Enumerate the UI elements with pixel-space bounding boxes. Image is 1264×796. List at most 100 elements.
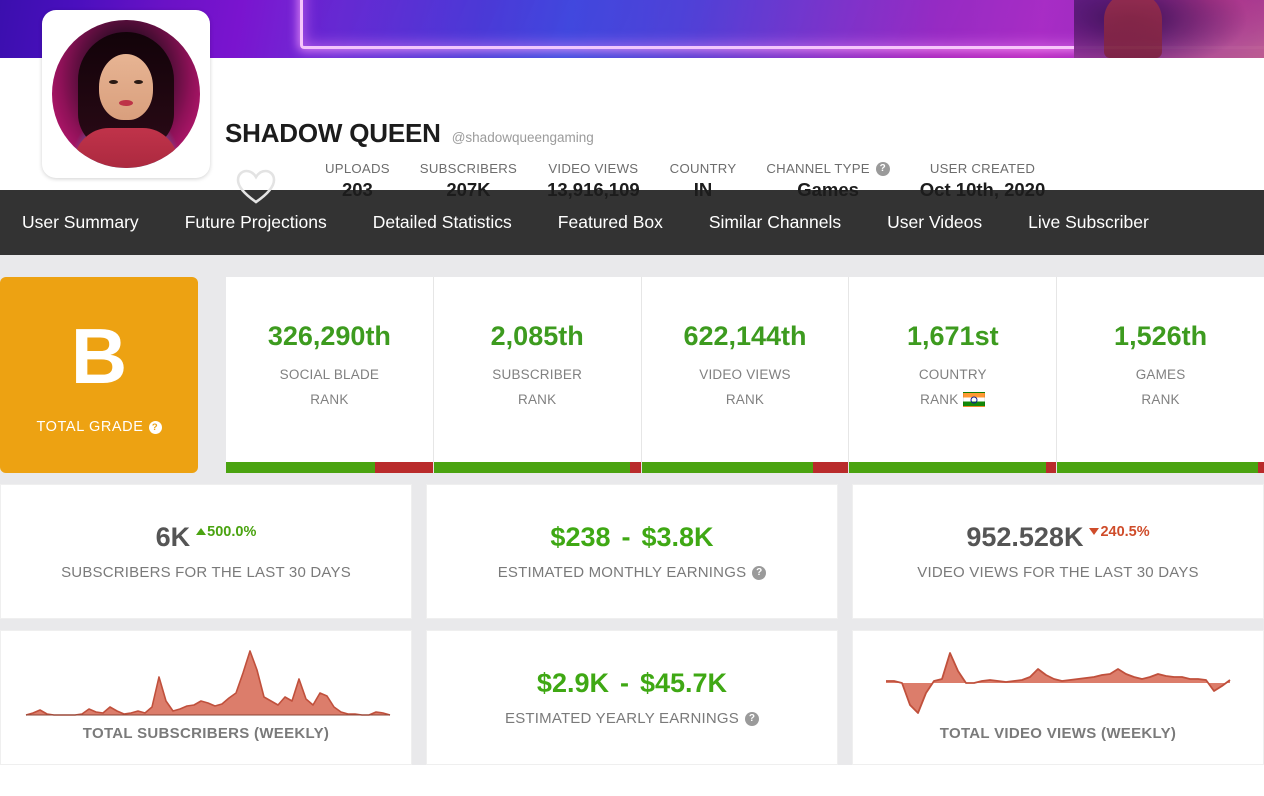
stat-channel-type: CHANNEL TYPE ? Games xyxy=(751,161,904,201)
total-grade-box: B TOTAL GRADE ? xyxy=(0,277,198,473)
tab-detailed-statistics[interactable]: Detailed Statistics xyxy=(373,212,512,233)
stat-cards-row-2: TOTAL SUBSCRIBERS (WEEKLY) $2.9K - $45.7… xyxy=(0,619,1264,765)
rank-label-line1: COUNTRY xyxy=(918,366,987,382)
question-mark-icon[interactable]: ? xyxy=(744,711,759,726)
banner-decor-figure xyxy=(1074,0,1264,58)
stat-video-views-label: VIDEO VIEWS xyxy=(548,161,639,176)
delta-value: 240.5% xyxy=(1100,523,1150,540)
rank-label: SUBSCRIBER RANK xyxy=(492,362,582,412)
rank-label: SOCIAL BLADE RANK xyxy=(280,362,379,412)
grade-letter: B xyxy=(70,311,128,400)
video-views-30d-value: 952.528K xyxy=(966,522,1084,552)
stat-country-value: IN xyxy=(693,179,713,200)
rank-value: 622,144th xyxy=(683,320,807,351)
stat-country: COUNTRY IN xyxy=(655,161,752,201)
tab-similar-channels[interactable]: Similar Channels xyxy=(709,212,841,233)
tab-featured-box[interactable]: Featured Box xyxy=(558,212,663,233)
monthly-earnings-low: $238 xyxy=(550,522,611,552)
profile-header: SHADOW QUEEN @shadowqueengaming UPLOADS … xyxy=(0,10,1264,204)
video-views-sparkline xyxy=(886,652,1231,714)
subscribers-30d-value: 6K xyxy=(155,522,191,552)
rank-label: VIDEO VIEWS RANK xyxy=(699,362,790,412)
rank-label: GAMES RANK xyxy=(1136,362,1186,412)
stat-user-created-value: Oct 10th, 2020 xyxy=(919,179,1046,200)
progress-green xyxy=(226,462,375,473)
tab-live-subscriber[interactable]: Live Subscriber xyxy=(1028,212,1149,233)
stat-channel-type-label: CHANNEL TYPE ? xyxy=(766,161,890,176)
progress-red xyxy=(1045,462,1057,473)
card-caption: SUBSCRIBERS FOR THE LAST 30 DAYS xyxy=(61,564,351,581)
yearly-earnings-high: $45.7K xyxy=(639,668,728,698)
card-caption: ESTIMATED MONTHLY EARNINGS ? xyxy=(498,564,767,581)
rank-value: 1,526th xyxy=(1114,320,1208,351)
rank-label-line1: GAMES xyxy=(1135,366,1186,382)
rank-progress-bar xyxy=(226,462,433,473)
card-value: $2.9K - $45.7K xyxy=(537,668,727,699)
progress-red xyxy=(374,462,433,473)
progress-green xyxy=(849,462,1046,473)
heart-icon[interactable] xyxy=(235,168,277,206)
rank-label-line2: RANK xyxy=(310,391,349,407)
tab-user-videos[interactable]: User Videos xyxy=(887,212,982,233)
rank-label-line1: SUBSCRIBER xyxy=(492,366,583,382)
stat-user-created: USER CREATED Oct 10th, 2020 xyxy=(905,161,1060,201)
rank-progress-bar xyxy=(849,462,1057,473)
subscribers-sparkline xyxy=(25,650,391,716)
card-subscribers-30-days: 6K 500.0% SUBSCRIBERS FOR THE LAST 30 DA… xyxy=(0,484,412,619)
stat-subscribers-label: SUBSCRIBERS xyxy=(419,161,518,176)
progress-green xyxy=(1057,462,1258,473)
rank-label-line1: SOCIAL BLADE xyxy=(279,366,380,382)
stat-video-views: VIDEO VIEWS 13,916,109 xyxy=(532,161,655,201)
range-dash: - xyxy=(619,668,629,698)
progress-green xyxy=(641,462,814,473)
rank-section: B TOTAL GRADE ? 326,290th SOCIAL BLADE R… xyxy=(0,277,1264,473)
content-spacer xyxy=(0,255,1264,277)
question-mark-icon[interactable]: ? xyxy=(752,565,767,580)
progress-red xyxy=(813,462,849,473)
page-title: SHADOW QUEEN xyxy=(225,118,441,148)
range-dash: - xyxy=(621,522,631,552)
rank-card-video-views: 622,144th VIDEO VIEWS RANK xyxy=(640,277,849,473)
profile-stats: UPLOADS 203 SUBSCRIBERS 207K VIDEO VIEWS… xyxy=(310,161,1060,201)
triangle-up-icon xyxy=(196,528,207,535)
avatar-lips xyxy=(119,100,133,106)
rank-value: 326,290th xyxy=(267,320,391,351)
stat-subscribers: SUBSCRIBERS 207K xyxy=(405,161,532,201)
tab-future-projections[interactable]: Future Projections xyxy=(185,212,327,233)
rank-progress-bar xyxy=(433,462,641,473)
chart-caption: TOTAL VIDEO VIEWS (WEEKLY) xyxy=(939,725,1177,742)
card-total-subscribers-weekly: TOTAL SUBSCRIBERS (WEEKLY) xyxy=(0,630,412,765)
progress-red xyxy=(630,462,641,473)
rank-card-games: 1,526th GAMES RANK xyxy=(1056,277,1264,473)
card-video-views-30-days: 952.528K 240.5% VIDEO VIEWS FOR THE LAST… xyxy=(852,484,1264,619)
avatar-eye-left xyxy=(109,80,118,84)
rank-value: 1,671st xyxy=(907,320,999,351)
triangle-down-icon xyxy=(1089,528,1100,535)
question-mark-icon[interactable]: ? xyxy=(148,420,162,434)
stat-cards-row-1: 6K 500.0% SUBSCRIBERS FOR THE LAST 30 DA… xyxy=(0,473,1264,619)
card-caption: VIDEO VIEWS FOR THE LAST 30 DAYS xyxy=(917,564,1199,581)
card-total-video-views-weekly: TOTAL VIDEO VIEWS (WEEKLY) xyxy=(852,630,1264,765)
rank-progress-bar xyxy=(641,462,849,473)
delta-badge-down: 240.5% xyxy=(1089,523,1150,540)
tab-user-summary[interactable]: User Summary xyxy=(22,212,139,233)
rank-value: 2,085th xyxy=(490,320,584,351)
stat-user-created-label: USER CREATED xyxy=(929,161,1036,176)
avatar-body xyxy=(74,128,178,168)
card-yearly-earnings: $2.9K - $45.7K ESTIMATED YEARLY EARNINGS… xyxy=(426,630,838,765)
rank-label-line2: RANK xyxy=(920,391,959,407)
stat-channel-type-label-text: CHANNEL TYPE xyxy=(766,161,870,176)
card-caption-text: ESTIMATED YEARLY EARNINGS xyxy=(505,710,739,727)
avatar-eye-right xyxy=(134,80,143,84)
stat-country-label: COUNTRY xyxy=(669,161,737,176)
rank-label-line2: RANK xyxy=(518,391,557,407)
card-caption-text: ESTIMATED MONTHLY EARNINGS xyxy=(497,564,747,581)
chart-caption: TOTAL SUBSCRIBERS (WEEKLY) xyxy=(82,725,330,742)
rank-label-line1: VIDEO VIEWS xyxy=(699,366,791,382)
question-mark-icon[interactable]: ? xyxy=(875,161,890,176)
card-value: 6K 500.0% xyxy=(156,522,257,553)
stat-channel-type-value: Games xyxy=(797,179,859,200)
progress-red xyxy=(1257,462,1264,473)
rank-card-subscriber: 2,085th SUBSCRIBER RANK xyxy=(432,277,641,473)
channel-handle: @shadowqueengaming xyxy=(451,130,594,145)
